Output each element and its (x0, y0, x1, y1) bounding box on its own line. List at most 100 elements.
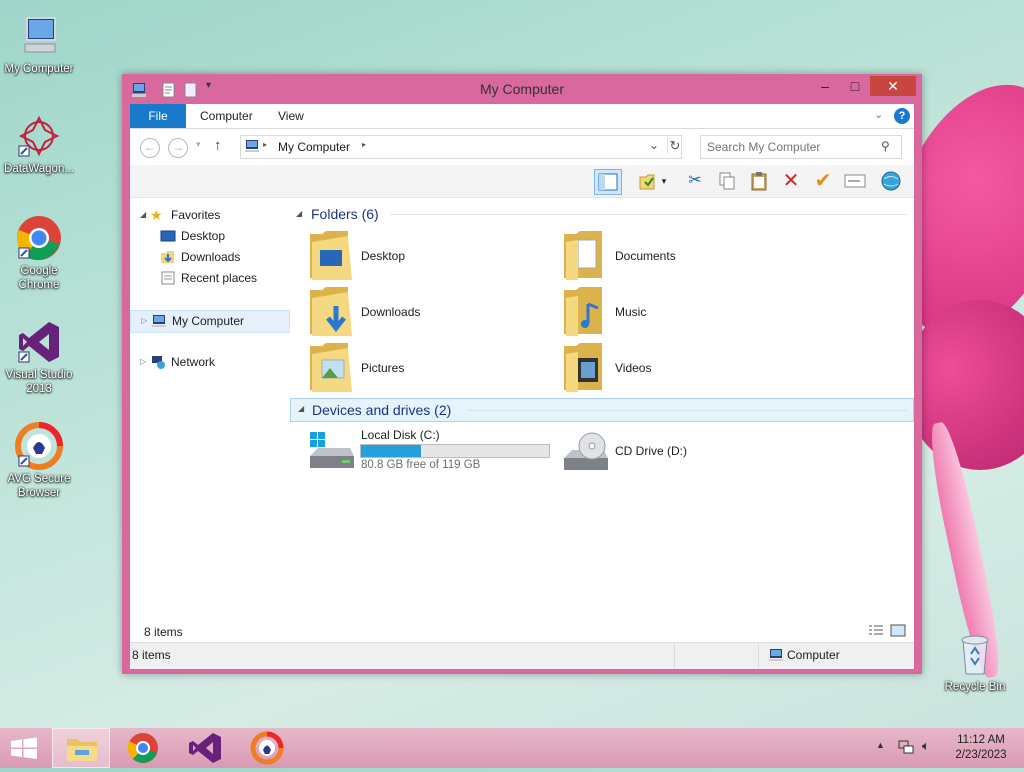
expanded-arrow-icon[interactable]: ◢ (140, 205, 146, 225)
status-bar: 8 items Computer (130, 642, 914, 669)
paste-icon[interactable] (746, 169, 772, 193)
downloads-folder-icon (308, 286, 354, 341)
volume-icon[interactable]: 🔈︎ (922, 738, 930, 754)
pictures-folder-icon (308, 342, 354, 397)
documents-folder-icon (562, 230, 608, 285)
details-view-icon[interactable] (868, 624, 884, 641)
rename-icon[interactable] (842, 169, 868, 193)
folder-downloads[interactable]: Downloads (308, 286, 538, 338)
chevron-right-icon[interactable]: ▸ (263, 140, 267, 149)
drive-cd-d[interactable]: CD Drive (D:) (560, 426, 790, 476)
taskbar-file-explorer[interactable] (52, 728, 110, 768)
taskbar: ▲ 🔈︎ 11:12 AM 2/23/2023 (0, 728, 1024, 768)
minimize-button[interactable]: – (810, 76, 840, 96)
refresh-icon[interactable]: ↻ (667, 138, 682, 154)
search-input[interactable] (705, 138, 877, 156)
collapse-arrow-icon[interactable]: ◢ (298, 404, 304, 413)
avg-browser-icon (250, 731, 284, 765)
folder-pictures[interactable]: Pictures (308, 342, 538, 394)
nav-item-desktop[interactable]: Desktop (130, 226, 288, 246)
address-crumb[interactable]: My Computer (278, 140, 350, 154)
cut-icon[interactable]: ✂ (682, 169, 708, 193)
taskbar-avg-browser[interactable] (238, 728, 296, 768)
command-toolbar: ▾ ✂ ✕ ✔ (130, 165, 914, 198)
search-icon[interactable]: ⚲ (881, 139, 890, 153)
tab-file[interactable]: File (130, 104, 186, 128)
desktop-folder-icon (308, 230, 354, 285)
tab-computer[interactable]: Computer (200, 104, 253, 128)
desktop-icon-visual-studio[interactable]: Visual Studio 2013 (0, 318, 78, 396)
videos-folder-icon (562, 342, 608, 397)
maximize-button[interactable]: □ (840, 76, 870, 96)
nav-item-downloads[interactable]: Downloads (130, 247, 288, 267)
nav-my-computer[interactable]: ▷ My Computer (130, 310, 290, 333)
address-path[interactable]: ▸ My Computer ▸ ⌄ ↻ (240, 135, 682, 159)
downloads-icon (160, 250, 176, 264)
layout-dropdown-icon[interactable]: ▾ (658, 169, 670, 193)
group-header-folders[interactable]: ◢ Folders (6) (290, 203, 912, 225)
folder-documents[interactable]: Documents (562, 230, 792, 282)
group-header-devices[interactable]: ◢ Devices and drives (2) (290, 398, 914, 422)
recent-places-icon (160, 271, 176, 285)
taskbar-chrome[interactable] (114, 728, 172, 768)
tab-view[interactable]: View (278, 104, 304, 128)
expand-ribbon-icon[interactable]: ⌄ (874, 108, 883, 121)
copy-icon[interactable] (714, 169, 740, 193)
delete-icon[interactable]: ✕ (778, 169, 804, 193)
rename-check-icon[interactable]: ✔ (810, 169, 836, 193)
collapsed-arrow-icon[interactable]: ▷ (140, 352, 146, 372)
large-icons-view-icon[interactable] (890, 624, 906, 641)
folder-music[interactable]: Music (562, 286, 792, 338)
folder-desktop[interactable]: Desktop (308, 230, 538, 282)
navigation-pane: ◢ ★ Favorites Desktop Downloads Recent p… (130, 198, 290, 640)
start-button[interactable] (0, 728, 48, 768)
folder-videos[interactable]: Videos (562, 342, 792, 394)
address-dropdown-icon[interactable]: ⌄ (649, 138, 659, 152)
computer-icon (151, 314, 167, 328)
recent-locations-icon[interactable]: ▾ (196, 139, 201, 150)
collapsed-arrow-icon[interactable]: ▷ (141, 311, 147, 331)
network-tray-icon[interactable] (898, 739, 914, 758)
close-button[interactable]: ✕ (870, 76, 916, 96)
drive-local-disk-c[interactable]: Local Disk (C:) 80.8 GB free of 119 GB (306, 426, 552, 476)
search-box[interactable]: ⚲ (700, 135, 902, 159)
preview-pane-icon[interactable] (594, 169, 622, 195)
help-icon[interactable]: ? (894, 108, 910, 124)
cd-drive-icon (560, 430, 610, 477)
disk-usage-fill (361, 445, 422, 457)
collapse-arrow-icon[interactable]: ◢ (296, 203, 302, 225)
content-item-count: 8 items (144, 625, 183, 639)
nav-network[interactable]: ▷ Network (130, 352, 288, 372)
desktop-icon-avg-browser[interactable]: AVG Secure Browser (0, 422, 78, 500)
desktop-icon-datawagon[interactable]: DataWagon... (0, 112, 78, 176)
up-button[interactable]: ↑ (214, 137, 222, 154)
disk-usage-bar (360, 444, 550, 458)
desktop-icon-recycle-bin[interactable]: Recycle Bin (936, 630, 1014, 694)
chevron-right-icon[interactable]: ▸ (362, 140, 366, 149)
back-button[interactable]: ← (140, 138, 160, 158)
chrome-icon (127, 733, 158, 763)
ribbon-tabs: File Computer View ⌄ ? (130, 104, 914, 129)
taskbar-visual-studio[interactable] (176, 728, 234, 768)
desktop-icon-my-computer[interactable]: My Computer (0, 12, 78, 76)
clock[interactable]: 11:12 AM 2/23/2023 (946, 733, 1016, 763)
music-folder-icon (562, 286, 608, 341)
visual-studio-icon (189, 733, 221, 763)
forward-button[interactable]: → (168, 138, 188, 158)
local-disk-icon (306, 430, 356, 477)
avg-browser-icon (15, 422, 63, 470)
star-icon: ★ (150, 207, 163, 223)
nav-item-recent-places[interactable]: Recent places (130, 268, 288, 288)
address-bar-row: ← → ▾ ↑ ▸ My Computer ▸ ⌄ ↻ ⚲ (130, 129, 914, 165)
visual-studio-icon (15, 318, 63, 366)
desktop-icon-chrome[interactable]: Google Chrome (0, 214, 78, 292)
show-hidden-icons[interactable]: ▲ (876, 740, 885, 750)
computer-icon (768, 648, 784, 665)
file-explorer-icon (67, 739, 97, 761)
network-globe-icon[interactable] (878, 169, 904, 193)
disk-free-text: 80.8 GB free of 119 GB (361, 459, 481, 471)
recycle-bin-icon (951, 630, 999, 678)
title-bar[interactable]: ▾ My Computer – □ ✕ (122, 74, 922, 104)
nav-favorites[interactable]: ◢ ★ Favorites (130, 205, 288, 225)
properties-check-icon[interactable] (634, 169, 660, 193)
